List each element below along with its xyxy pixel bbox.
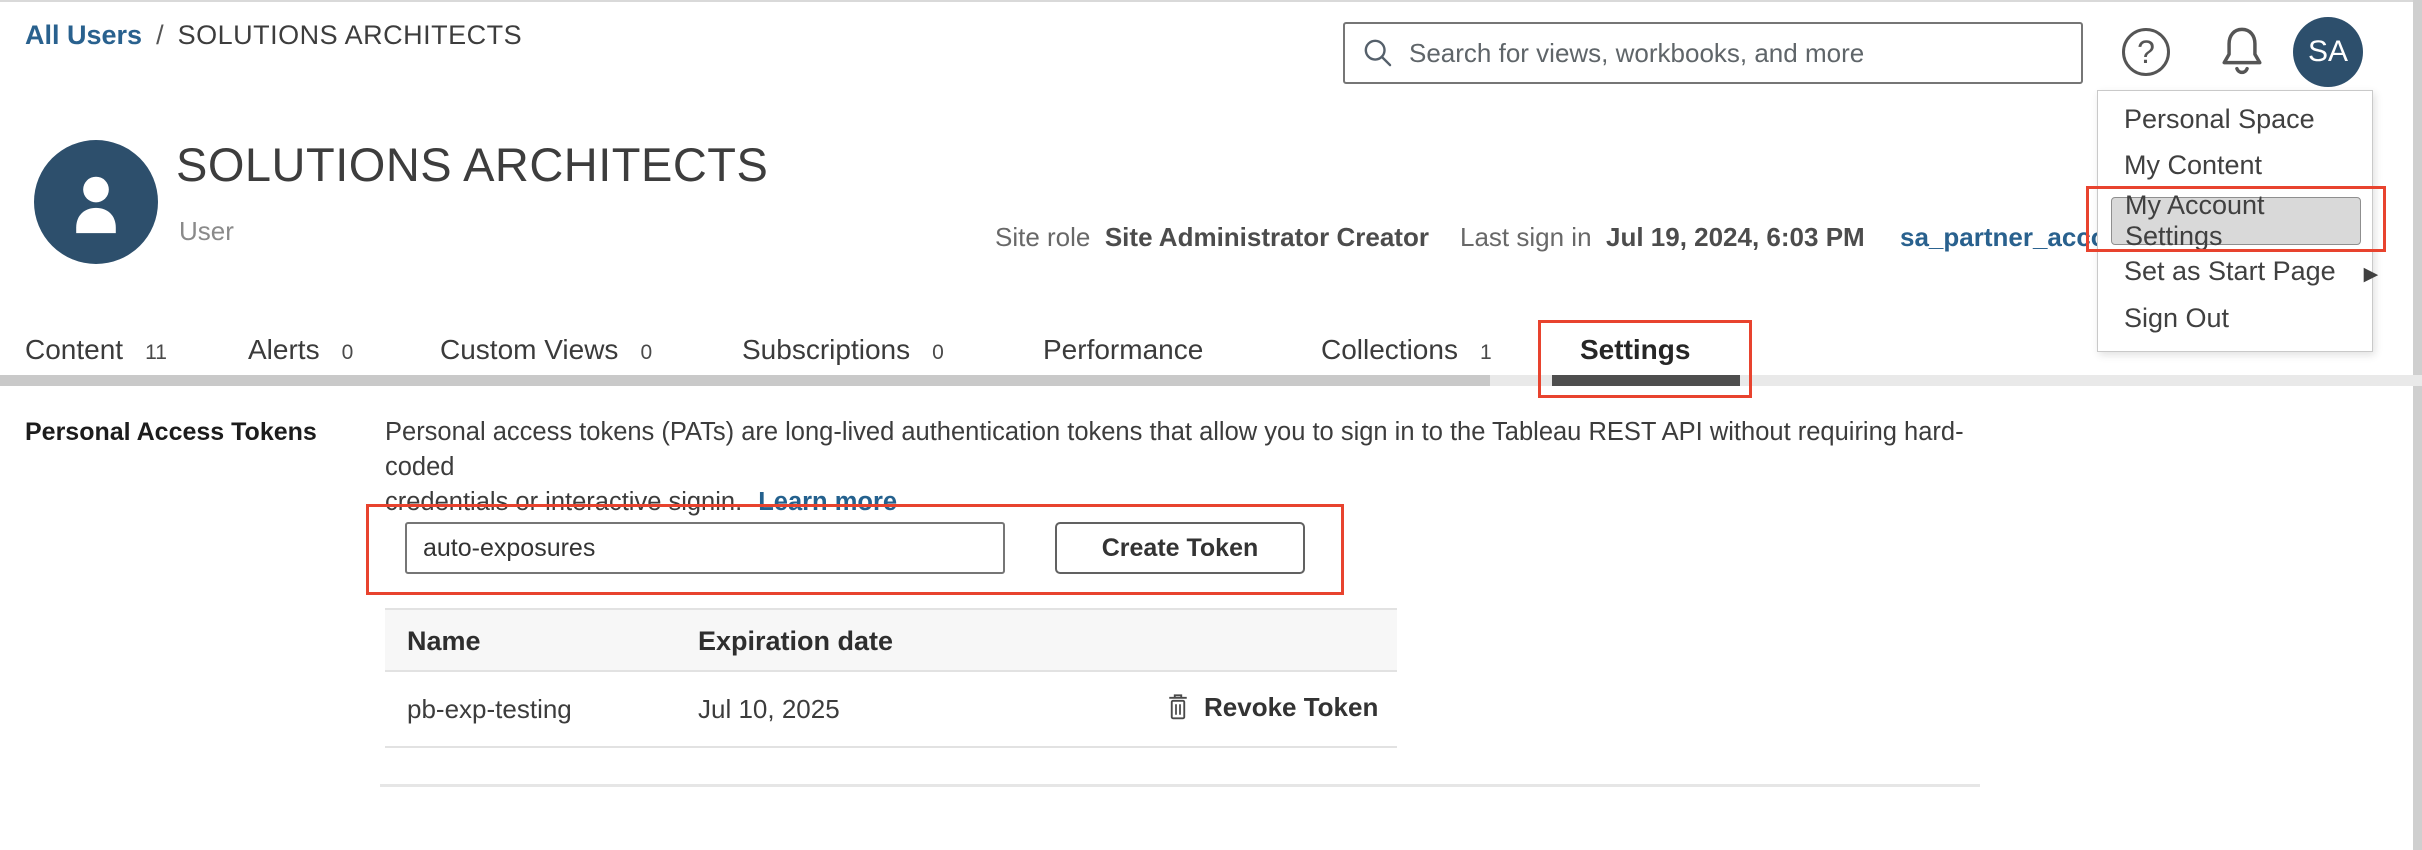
- avatar-initials: SA: [2308, 35, 2348, 69]
- search-bar[interactable]: [1343, 22, 2083, 84]
- tab-subscriptions-count: 0: [932, 341, 944, 365]
- tab-settings-label: Settings: [1580, 334, 1690, 366]
- token-name-cell: pb-exp-testing: [407, 694, 572, 725]
- page-subtitle: User: [179, 216, 234, 247]
- tab-subscriptions[interactable]: Subscriptions 0: [742, 334, 944, 366]
- tab-content[interactable]: Content 11: [25, 334, 167, 366]
- tab-collections[interactable]: Collections 1: [1321, 334, 1492, 366]
- tab-content-label: Content: [25, 334, 123, 366]
- tab-settings[interactable]: Settings: [1580, 334, 1690, 366]
- tab-collections-label: Collections: [1321, 334, 1458, 366]
- menu-item-personal-space[interactable]: Personal Space: [2124, 104, 2315, 135]
- menu-item-my-content[interactable]: My Content: [2124, 150, 2262, 181]
- section-divider: [380, 784, 1980, 787]
- pat-description-line1: Personal access tokens (PATs) are long-l…: [385, 415, 2005, 485]
- breadcrumb: All Users / SOLUTIONS ARCHITECTS: [25, 20, 522, 51]
- page-title: SOLUTIONS ARCHITECTS: [176, 137, 768, 192]
- profile-avatar: [34, 140, 158, 264]
- create-token-button[interactable]: Create Token: [1055, 522, 1305, 574]
- search-icon: [1361, 36, 1395, 70]
- last-sign-in-label: Last sign in: [1460, 222, 1592, 252]
- token-expiration-cell: Jul 10, 2025: [698, 694, 840, 725]
- token-name-input[interactable]: [405, 522, 1005, 574]
- breadcrumb-separator: /: [156, 20, 164, 50]
- menu-item-my-account-settings-label: My Account Settings: [2125, 190, 2360, 252]
- account-username-label: sa_partner_accou: [1900, 222, 2123, 252]
- vertical-scrollbar[interactable]: [2413, 0, 2422, 850]
- site-role-value: Site Administrator Creator: [1105, 222, 1429, 252]
- last-sign-in-value: Jul 19, 2024, 6:03 PM: [1606, 222, 1865, 252]
- last-sign-in: Last sign in Jul 19, 2024, 6:03 PM: [1460, 222, 1865, 253]
- tab-alerts-label: Alerts: [248, 334, 320, 366]
- tab-performance-label: Performance: [1043, 334, 1203, 366]
- site-role-label: Site role: [995, 222, 1090, 252]
- menu-item-sign-out[interactable]: Sign Out: [2124, 303, 2229, 334]
- tab-alerts[interactable]: Alerts 0: [248, 334, 353, 366]
- submenu-arrow-icon: ▶: [2364, 264, 2379, 285]
- menu-item-set-as-start-page-label: Set as Start Page: [2124, 256, 2336, 286]
- learn-more-link[interactable]: Learn more: [758, 488, 897, 516]
- active-tab-underline: [1552, 375, 1740, 386]
- menu-item-set-as-start-page[interactable]: Set as Start Page ▶: [2124, 256, 2378, 287]
- search-input[interactable]: [1409, 38, 2065, 69]
- tab-performance[interactable]: Performance: [1043, 334, 1203, 366]
- tabbar-underline: [0, 375, 1490, 386]
- tab-collections-count: 1: [1480, 341, 1492, 365]
- site-role: Site role Site Administrator Creator: [995, 222, 1429, 253]
- tab-content-count: 11: [145, 341, 167, 365]
- top-border: [0, 0, 2413, 2]
- person-icon: [52, 158, 140, 246]
- column-header-name: Name: [407, 626, 481, 657]
- user-avatar[interactable]: SA: [2293, 17, 2363, 87]
- tab-custom-views-count: 0: [640, 341, 652, 365]
- pat-description-line2: credentials or interactive signin. Learn …: [385, 485, 2005, 520]
- notifications-bell-icon[interactable]: [2214, 22, 2270, 82]
- pat-description-line2-text: credentials or interactive signin.: [385, 488, 742, 516]
- trash-icon: [1163, 690, 1193, 724]
- page: All Users / SOLUTIONS ARCHITECTS ? SA Pers…: [0, 0, 2422, 850]
- tab-custom-views[interactable]: Custom Views 0: [440, 334, 652, 366]
- help-icon[interactable]: ?: [2122, 28, 2170, 76]
- token-table-header: Name Expiration date: [385, 608, 1397, 672]
- revoke-token-button[interactable]: Revoke Token: [1163, 690, 1378, 724]
- revoke-token-label: Revoke Token: [1204, 692, 1378, 723]
- column-header-expiration-date: Expiration date: [698, 626, 893, 657]
- personal-access-tokens-label: Personal Access Tokens: [25, 418, 317, 447]
- tab-alerts-count: 0: [342, 341, 354, 365]
- breadcrumb-all-users-link[interactable]: All Users: [25, 20, 142, 50]
- tab-subscriptions-label: Subscriptions: [742, 334, 910, 366]
- token-table-row: pb-exp-testing Jul 10, 2025 Revoke Token: [385, 672, 1397, 748]
- account-menu: Personal Space My Content My Account Set…: [2097, 90, 2373, 352]
- tab-custom-views-label: Custom Views: [440, 334, 618, 366]
- breadcrumb-current: SOLUTIONS ARCHITECTS: [178, 20, 523, 50]
- pat-description: Personal access tokens (PATs) are long-l…: [385, 415, 2005, 520]
- menu-item-my-account-settings[interactable]: My Account Settings: [2111, 197, 2361, 245]
- account-username-link[interactable]: sa_partner_accou: [1900, 222, 2123, 253]
